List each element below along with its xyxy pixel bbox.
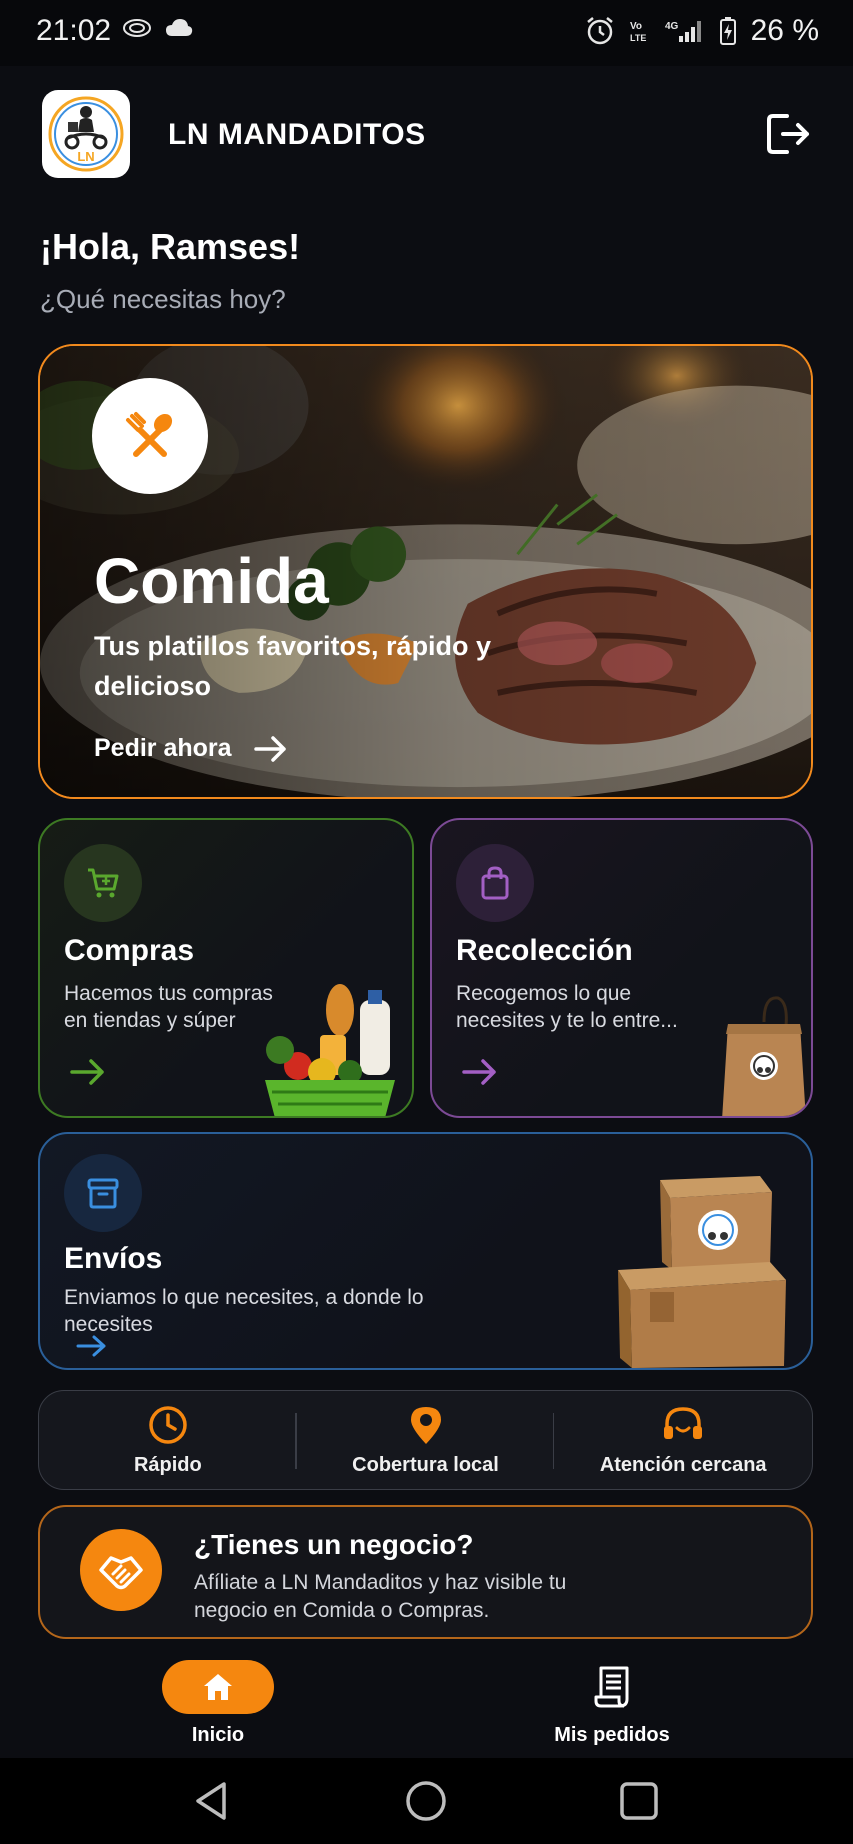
order-now-label: Pedir ahora	[94, 734, 232, 762]
features-strip: Rápido Cobertura local Atención cercana	[38, 1390, 813, 1490]
greeting-title: ¡Hola, Ramses!	[40, 226, 301, 267]
delivery-moto-logo-icon: LN	[48, 96, 124, 172]
hero-subtitle: Tus platillos favoritos, rápido y delici…	[94, 631, 492, 701]
status-system-icons: Vo LTE 4G 26 %	[585, 14, 819, 48]
nav-home-pill	[162, 1660, 274, 1714]
greeting-subtitle: ¿Qué necesitas hoy?	[40, 284, 286, 314]
battery-charging-icon	[719, 17, 736, 45]
archive-box-icon	[87, 1178, 119, 1209]
food-hero-card[interactable]: Comida Tus platillos favoritos, rápido y…	[38, 344, 813, 799]
business-description: Afíliate a LN Mandaditos y haz visible t…	[194, 1571, 567, 1622]
system-navigation-bar	[0, 1758, 853, 1844]
nav-orders-label: Mis pedidos	[554, 1724, 670, 1746]
bag-icon-badge	[456, 844, 534, 922]
cart-icon	[88, 868, 119, 898]
fork-spoon-icon	[126, 412, 173, 457]
logo-text: LN	[77, 149, 94, 164]
cloud-icon	[166, 19, 193, 36]
nav-orders-icon-wrap	[556, 1660, 668, 1714]
shopping-arrow-icon	[70, 1059, 104, 1085]
order-now-link[interactable]: Pedir ahora	[94, 734, 288, 763]
battery-percentage: 26 %	[750, 14, 819, 47]
alarm-icon	[586, 17, 613, 45]
nav-home[interactable]: Inicio	[160, 1660, 276, 1747]
shipping-title: Envíos	[64, 1242, 163, 1275]
shipping-arrow-icon	[76, 1335, 106, 1357]
back-icon[interactable]	[188, 1778, 234, 1824]
svg-text:4G: 4G	[665, 21, 679, 32]
pickup-title: Recolección	[456, 934, 633, 967]
shopping-title: Compras	[64, 934, 195, 967]
feature-support-label: Atención cercana	[599, 1453, 767, 1476]
volte-icon: VoLTE	[630, 21, 646, 43]
signal-4g-icon: 4G	[665, 21, 701, 42]
hero-title: Comida	[94, 545, 329, 617]
feature-coverage: Cobertura local	[297, 1391, 555, 1489]
grocery-basket-image	[265, 984, 395, 1116]
shipping-service-card[interactable]: Envíos Enviamos lo que necesites, a dond…	[38, 1132, 813, 1370]
app-header: LN LN MANDADITOS	[0, 66, 853, 206]
app-title: LN MANDADITOS	[168, 118, 426, 151]
cardboard-boxes-image	[618, 1176, 786, 1368]
nav-home-label: Inicio	[191, 1724, 245, 1746]
status-time: 21:02	[36, 14, 112, 47]
svg-text:LTE: LTE	[630, 33, 646, 43]
status-bar: 21:02 Vo LTE 4G 26 %	[0, 0, 853, 66]
location-pin-icon	[410, 1406, 441, 1444]
svg-text:Vo: Vo	[630, 21, 642, 32]
receipt-icon	[594, 1666, 629, 1708]
feature-fast-label: Rápido	[133, 1453, 202, 1476]
arrow-right-icon	[253, 735, 286, 762]
headset-icon	[664, 1406, 703, 1439]
bottom-navigation: Inicio Mis pedidos	[0, 1652, 853, 1758]
home-icon	[204, 1674, 232, 1700]
clock-icon	[149, 1405, 187, 1444]
status-notification-icons	[122, 16, 194, 40]
paper-bag-image	[722, 996, 806, 1116]
feature-coverage-label: Cobertura local	[352, 1453, 499, 1476]
nav-orders[interactable]: Mis pedidos	[540, 1660, 684, 1747]
pickup-service-card[interactable]: Recolección Recogemos lo que necesites y…	[430, 818, 813, 1118]
shopping-service-card[interactable]: Compras Hacemos tus compras en tiendas y…	[38, 818, 414, 1118]
feature-fast: Rápido	[39, 1391, 297, 1489]
eye-notification-icon	[123, 19, 151, 37]
app-screen: 21:02 Vo LTE 4G 26 % LN LN MANDADITOS ¡H…	[0, 0, 853, 1844]
feature-support: Atención cercana	[554, 1391, 812, 1489]
logout-icon	[767, 114, 809, 154]
pickup-description: Recogemos lo que necesites y te lo entre…	[456, 982, 678, 1032]
business-title: ¿Tienes un negocio?	[194, 1529, 474, 1560]
shopping-bag-icon	[481, 866, 509, 900]
handshake-icon-badge	[80, 1529, 162, 1611]
app-logo: LN	[42, 90, 130, 178]
logout-button[interactable]	[763, 108, 815, 160]
shipping-description: Enviamos lo que necesites, a donde lo ne…	[64, 1286, 424, 1336]
box-icon-badge	[64, 1154, 142, 1232]
cart-icon-badge	[64, 844, 142, 922]
handshake-icon	[99, 1556, 143, 1590]
food-icon-badge	[92, 378, 208, 494]
pickup-arrow-icon	[462, 1059, 496, 1085]
recents-icon[interactable]	[616, 1778, 662, 1824]
home-circle-icon[interactable]	[403, 1778, 449, 1824]
business-promo-card[interactable]: ¿Tienes un negocio? Afíliate a LN Mandad…	[38, 1505, 813, 1639]
